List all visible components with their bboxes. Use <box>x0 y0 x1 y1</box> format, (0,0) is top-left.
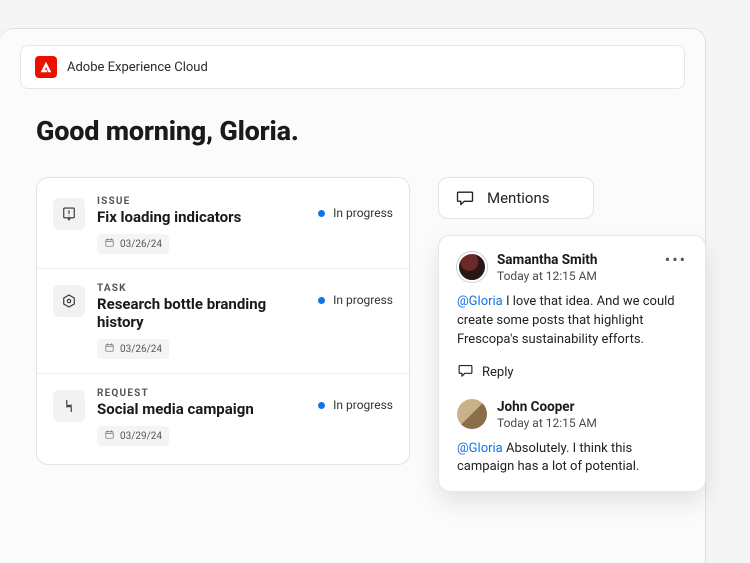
work-item-meta: 03/26/24 <box>97 339 306 359</box>
calendar-icon <box>104 429 115 443</box>
work-item-meta: 03/26/24 <box>97 234 306 254</box>
request-icon <box>53 390 85 422</box>
status-dot-icon <box>318 297 325 304</box>
chat-bubble-icon <box>457 362 474 383</box>
mention-header: John CooperToday at 12:15 AM <box>457 399 687 430</box>
work-item-kind: ISSUE <box>97 196 306 207</box>
mention-author-block: Samantha SmithToday at 12:15 AM <box>497 252 597 283</box>
status-label: In progress <box>333 293 393 307</box>
issue-icon <box>53 198 85 230</box>
work-item-title: Research bottle branding history <box>97 295 306 331</box>
task-icon <box>53 285 85 317</box>
avatar[interactable] <box>457 252 487 282</box>
work-item-body: TASKResearch bottle branding history 03/2… <box>97 283 306 359</box>
mentions-column: Mentions Samantha SmithToday at 12:15 AM… <box>438 177 685 563</box>
reply-button[interactable]: Reply <box>457 362 687 383</box>
work-item-date: 03/29/24 <box>120 431 162 442</box>
mentions-card: Samantha SmithToday at 12:15 AM•••@Glori… <box>438 235 706 492</box>
status: In progress <box>318 398 393 412</box>
date-chip: 03/29/24 <box>97 426 169 446</box>
work-item[interactable]: ISSUEFix loading indicators 03/26/24 In pr… <box>37 182 409 269</box>
reply-label: Reply <box>482 365 514 380</box>
mention-at[interactable]: @Gloria <box>457 294 503 309</box>
mention-time: Today at 12:15 AM <box>497 416 597 430</box>
work-item-kind: REQUEST <box>97 388 306 399</box>
status-dot-icon <box>318 210 325 217</box>
work-item[interactable]: TASKResearch bottle branding history 03/2… <box>37 269 409 374</box>
calendar-icon <box>104 342 115 356</box>
work-item[interactable]: REQUESTSocial media campaign 03/29/24 In p… <box>37 374 409 460</box>
avatar[interactable] <box>457 399 487 429</box>
product-name: Adobe Experience Cloud <box>67 60 208 75</box>
mention-author: Samantha Smith <box>497 252 597 268</box>
status: In progress <box>318 206 393 220</box>
mentions-header[interactable]: Mentions <box>438 177 594 219</box>
work-item-meta: 03/29/24 <box>97 426 306 446</box>
mention-author: John Cooper <box>497 399 597 415</box>
work-items-card: ISSUEFix loading indicators 03/26/24 In pr… <box>36 177 410 465</box>
app-frame: Adobe Experience Cloud Good morning, Glo… <box>0 28 706 563</box>
mentions-label: Mentions <box>487 189 549 207</box>
calendar-icon <box>104 237 115 251</box>
mention-item: John CooperToday at 12:15 AM @Gloria Abso… <box>457 399 687 478</box>
work-item-body: REQUESTSocial media campaign 03/29/24 <box>97 388 306 446</box>
mention-author-block: John CooperToday at 12:15 AM <box>497 399 597 430</box>
work-item-kind: TASK <box>97 283 306 294</box>
status-label: In progress <box>333 206 393 220</box>
mention-at[interactable]: @Gloria <box>457 441 503 456</box>
date-chip: 03/26/24 <box>97 339 169 359</box>
mention-header: Samantha SmithToday at 12:15 AM ••• <box>457 252 687 283</box>
page-title: Good morning, Gloria. <box>36 115 705 147</box>
mention-body: @Gloria I love that idea. And we could c… <box>457 293 687 350</box>
work-item-date: 03/26/24 <box>120 344 162 355</box>
work-item-body: ISSUEFix loading indicators 03/26/24 <box>97 196 306 254</box>
work-item-title: Social media campaign <box>97 400 306 418</box>
adobe-logo-icon <box>35 56 57 78</box>
mention-time: Today at 12:15 AM <box>497 269 597 283</box>
work-item-title: Fix loading indicators <box>97 208 306 226</box>
status: In progress <box>318 293 393 307</box>
date-chip: 03/26/24 <box>97 234 169 254</box>
content-area: ISSUEFix loading indicators 03/26/24 In pr… <box>36 177 685 563</box>
work-item-date: 03/26/24 <box>120 239 162 250</box>
more-icon[interactable]: ••• <box>665 252 687 268</box>
top-bar: Adobe Experience Cloud <box>20 45 685 89</box>
mention-body: @Gloria Absolutely. I think this campaig… <box>457 440 687 478</box>
mention-item: Samantha SmithToday at 12:15 AM ••• @Glori… <box>457 252 687 383</box>
status-dot-icon <box>318 402 325 409</box>
status-label: In progress <box>333 398 393 412</box>
chat-bubble-icon <box>455 188 475 208</box>
